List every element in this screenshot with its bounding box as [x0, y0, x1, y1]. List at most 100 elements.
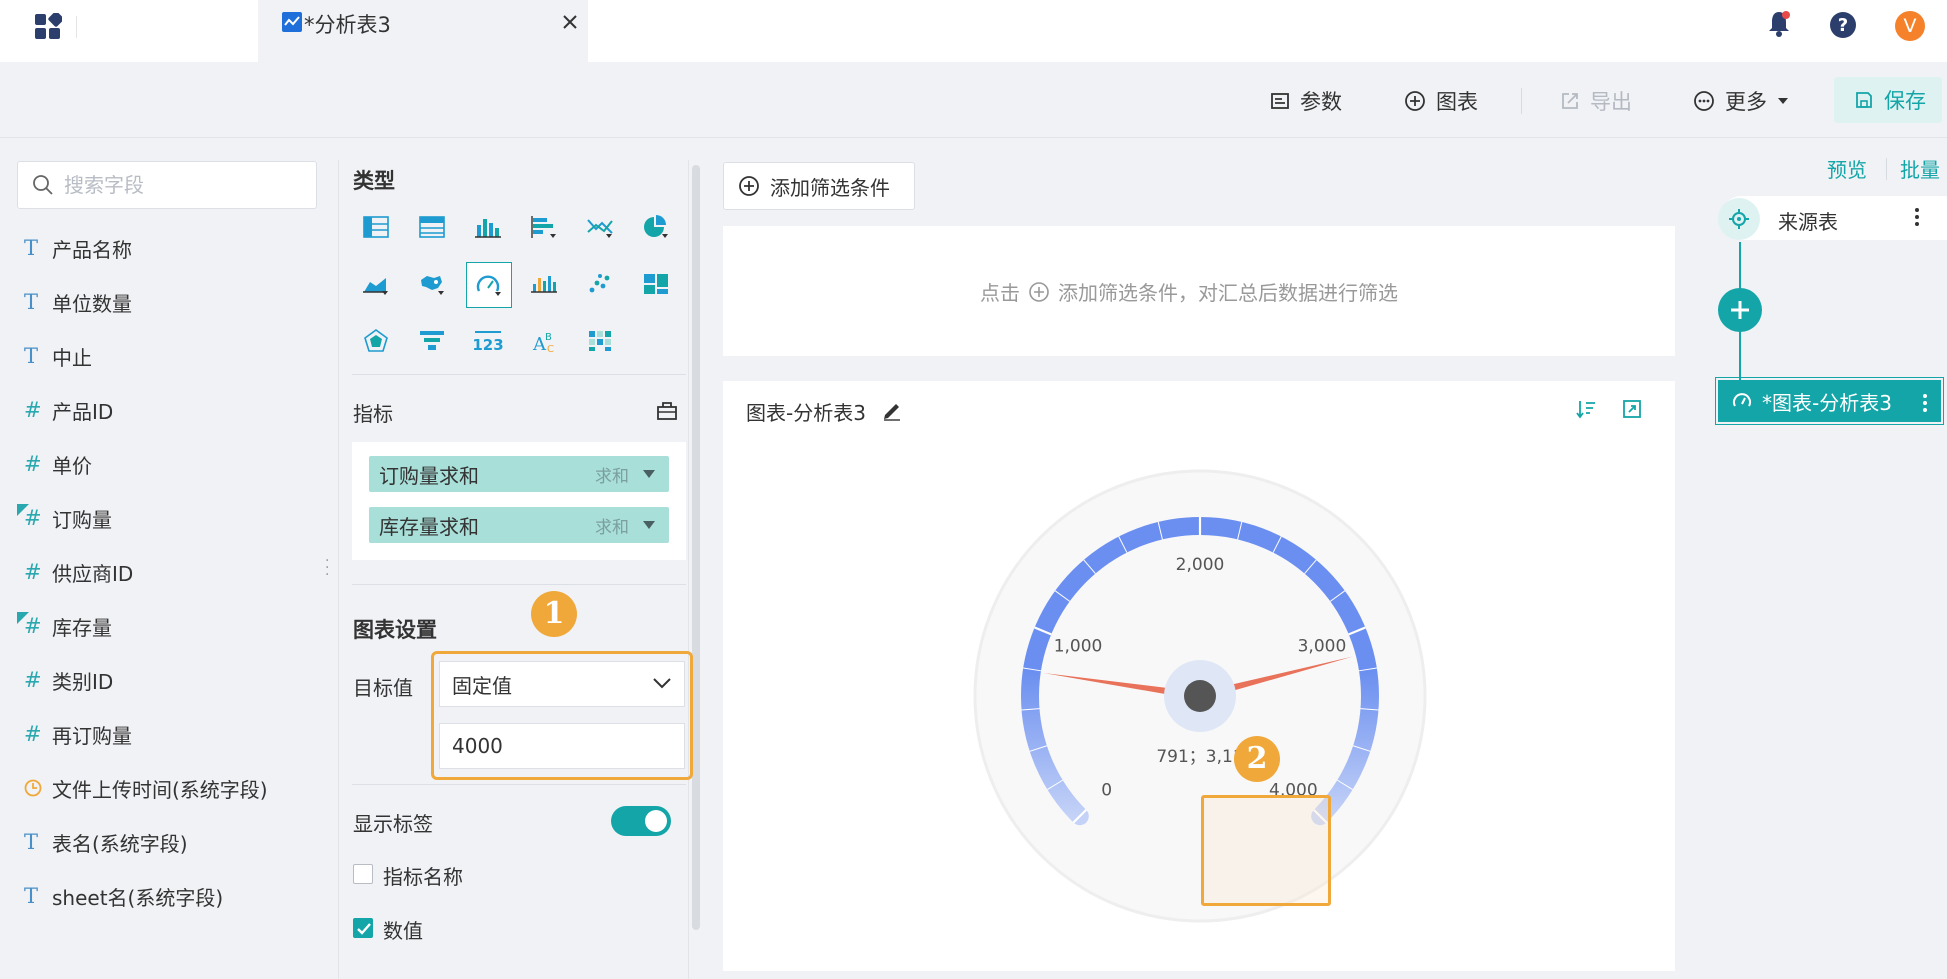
chart-settings-title: 图表设置	[353, 618, 437, 642]
map-chart-icon[interactable]	[415, 267, 449, 301]
field-item[interactable]: T 产品名称	[24, 233, 132, 263]
divider	[76, 16, 77, 38]
gauge-chart-icon[interactable]	[466, 262, 512, 308]
highlight-box	[1201, 795, 1331, 906]
more-button[interactable]: 更多	[1693, 86, 1789, 116]
field-label: 文件上传时间(系统字段)	[52, 777, 268, 802]
panel-resize-handle[interactable]: · · ·	[325, 554, 331, 582]
plus-circle-icon	[1404, 90, 1426, 112]
funnel-chart-icon[interactable]	[415, 324, 449, 358]
edit-icon[interactable]	[881, 399, 903, 421]
aggregation-label: 求和	[595, 517, 629, 538]
field-item[interactable]: T 中止	[24, 341, 92, 371]
add-filter-button[interactable]: 添加筛选条件	[723, 162, 915, 210]
search-input[interactable]	[64, 173, 304, 197]
source-node-label: 来源表	[1778, 210, 1838, 234]
scatter-chart-icon[interactable]	[583, 267, 617, 301]
table-chart-icon[interactable]	[359, 210, 393, 244]
text-field-icon: T	[24, 884, 39, 908]
caret-down-icon[interactable]	[643, 470, 655, 478]
metric-pill[interactable]: 库存量求和 求和	[369, 507, 669, 543]
kebab-menu-icon[interactable]	[1912, 206, 1922, 228]
text-card-icon[interactable]: ABC	[527, 324, 561, 358]
area-chart-icon[interactable]	[359, 267, 393, 301]
cross-table-icon[interactable]	[415, 210, 449, 244]
field-label: 供应商ID	[52, 561, 134, 586]
close-icon[interactable]	[559, 11, 581, 33]
target-value-input[interactable]: 4000	[439, 723, 685, 769]
gauge-chart: 0 1,000 2,000 3,000 4,000 791；3,11	[973, 469, 1427, 923]
batch-link[interactable]: 批量	[1900, 154, 1940, 183]
field-item[interactable]: # 供应商ID	[24, 557, 133, 587]
chart-title: 图表-分析表3	[746, 397, 866, 426]
target-icon	[1718, 198, 1760, 240]
avatar[interactable]: V	[1895, 11, 1925, 41]
kebab-menu-icon[interactable]	[1921, 392, 1929, 414]
sort-icon[interactable]	[1576, 399, 1596, 419]
value-checkbox[interactable]	[353, 918, 373, 938]
metric-label: 订购量求和	[379, 463, 479, 488]
field-item[interactable]: # 订购量	[17, 503, 112, 533]
svg-text:C: C	[547, 344, 554, 354]
field-item[interactable]: # 库存量	[17, 611, 112, 641]
gauge-tick-label: 1,000	[1054, 636, 1103, 656]
save-icon	[1854, 90, 1874, 110]
field-label: 类别ID	[52, 669, 114, 694]
add-chart-button[interactable]: 图表	[1404, 86, 1478, 116]
add-node-button[interactable]	[1718, 288, 1762, 332]
settings-tool-icon[interactable]	[656, 399, 678, 421]
heatmap-chart-icon[interactable]	[583, 324, 617, 358]
preview-link[interactable]: 预览	[1827, 154, 1867, 183]
gauge-tick-label: 2,000	[1176, 555, 1225, 575]
field-item[interactable]: T 表名(系统字段)	[24, 827, 188, 857]
field-label: 订购量	[52, 507, 112, 532]
number-field-icon: #	[24, 668, 42, 692]
bar-chart-icon[interactable]	[471, 210, 505, 244]
field-item[interactable]: # 产品ID	[24, 395, 113, 425]
fullscreen-icon[interactable]	[1622, 399, 1642, 419]
export-button[interactable]: 导出	[1560, 86, 1632, 116]
params-button[interactable]: 参数	[1270, 86, 1342, 116]
divider	[1886, 158, 1887, 180]
field-item[interactable]: # 单价	[24, 449, 92, 479]
number-field-icon: #	[24, 560, 42, 584]
field-label: 单价	[52, 453, 92, 478]
add-filter-label: 添加筛选条件	[770, 175, 890, 200]
field-search[interactable]	[17, 161, 317, 209]
number-card-icon[interactable]: 123	[471, 324, 505, 358]
show-labels-toggle[interactable]	[611, 806, 671, 836]
metric-pill[interactable]: 订购量求和 求和	[369, 456, 669, 492]
bell-icon[interactable]	[1767, 10, 1791, 38]
metric-name-checkbox[interactable]	[353, 864, 373, 884]
toolbar	[0, 62, 1947, 138]
field-item[interactable]: Tsheet名(系统字段)	[24, 881, 223, 911]
text-field-icon: T	[24, 830, 39, 854]
chart-node[interactable]: *图表-分析表3	[1715, 377, 1944, 425]
help-icon[interactable]: ?	[1829, 11, 1857, 39]
field-label: sheet名(系统字段)	[52, 885, 224, 910]
radar-chart-icon[interactable]	[359, 324, 393, 358]
horizontal-bar-icon[interactable]	[527, 210, 561, 244]
target-mode-select[interactable]: 固定值	[439, 661, 685, 707]
save-button[interactable]: 保存	[1834, 77, 1942, 123]
dashboard-card-icon[interactable]	[639, 267, 673, 301]
field-item[interactable]: # 再订购量	[24, 719, 132, 749]
params-label: 参数	[1300, 90, 1342, 114]
field-label: 产品ID	[52, 399, 114, 424]
field-item[interactable]: # 类别ID	[24, 665, 113, 695]
waterfall-chart-icon[interactable]	[527, 267, 561, 301]
line-chart-icon[interactable]	[583, 210, 617, 244]
field-label: 表名(系统字段)	[52, 831, 188, 856]
analysis-table-icon	[282, 12, 302, 32]
divider	[352, 374, 686, 375]
app-grid-icon[interactable]	[34, 13, 62, 41]
caret-down-icon[interactable]	[643, 521, 655, 529]
value-label: 数值	[383, 919, 423, 943]
target-value-label: 目标值	[353, 676, 413, 700]
scrollbar[interactable]	[692, 165, 700, 930]
field-item[interactable]: T 单位数量	[24, 287, 132, 317]
number-field-icon: #	[24, 398, 42, 422]
field-item[interactable]: 文件上传时间(系统字段)	[24, 773, 268, 803]
pie-chart-icon[interactable]	[639, 210, 673, 244]
plus-circle-icon[interactable]	[1028, 281, 1050, 303]
